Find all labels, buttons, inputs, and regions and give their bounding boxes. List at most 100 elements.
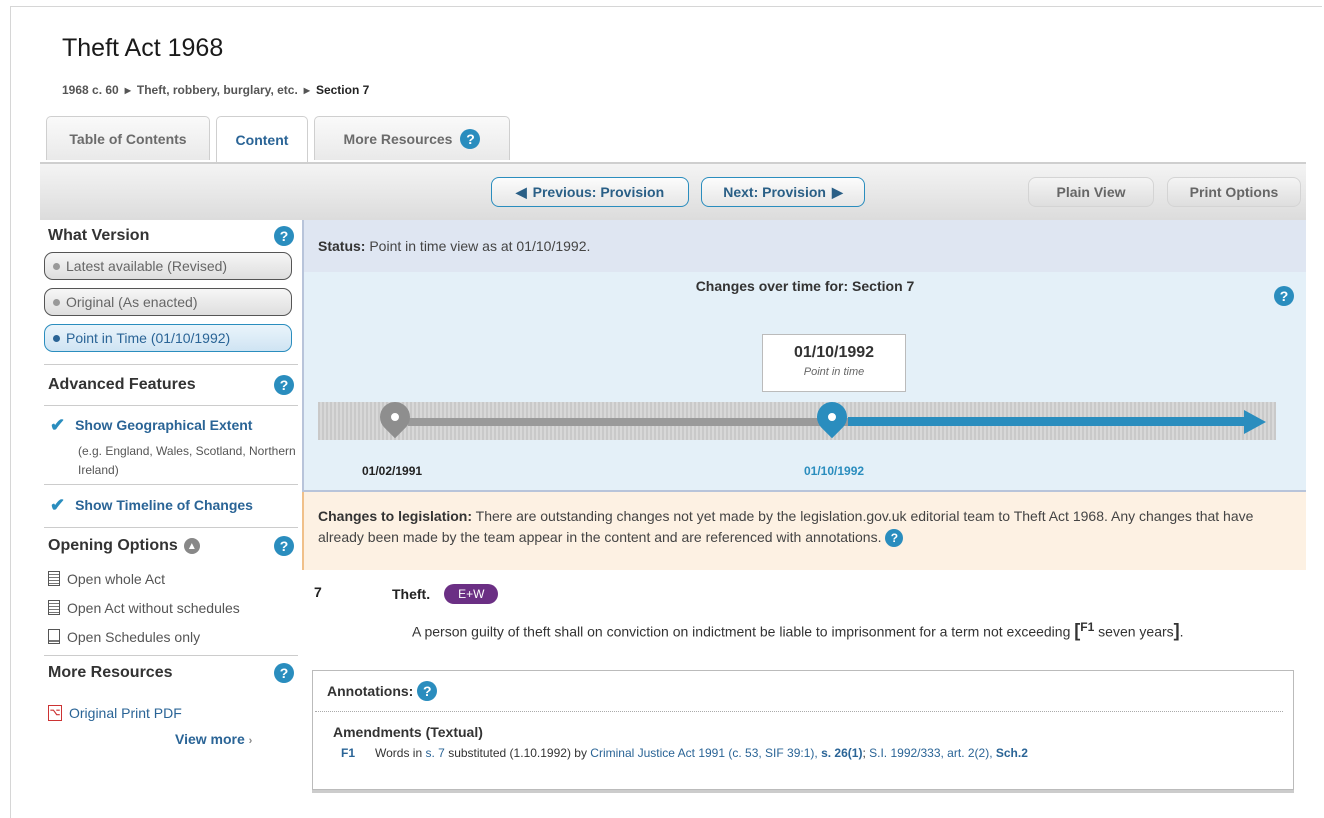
timeline-date-label[interactable]: 01/10/1992 (804, 464, 864, 478)
link-label: Original Print PDF (69, 704, 182, 721)
bullet-icon (53, 298, 60, 306)
timeline-current-segment (848, 417, 1248, 426)
changes-label: Changes to legislation: (318, 508, 473, 524)
toggle-label: Show Geographical Extent (75, 417, 253, 433)
timeline-track (318, 395, 1276, 440)
heading-label: More Resources (48, 664, 173, 681)
help-icon[interactable]: ? (274, 226, 294, 246)
tab-table-of-contents[interactable]: Table of Contents (46, 116, 210, 160)
section-provision: 7 Theft. E+W A person guilty of theft sh… (302, 570, 1306, 670)
button-label: Point in Time (01/10/1992) (66, 330, 231, 346)
point-in-time-callout: 01/10/1992 Point in time (762, 334, 906, 392)
geographical-extent-hint: (e.g. England, Wales, Scotland, Northern… (78, 444, 296, 477)
open-whole-act-link[interactable]: Open whole Act (40, 564, 302, 593)
opening-options-heading: Opening Options ▲ ? (40, 528, 302, 564)
divider (44, 405, 298, 406)
annotation-ref[interactable]: F1 (341, 746, 355, 760)
view-more-link[interactable]: View more › (40, 731, 302, 747)
button-label: Next: Provision (723, 184, 826, 200)
annotation-link[interactable]: s. 26(1) (821, 746, 862, 760)
annotation-text: Words in s. 7 substituted (1.10.1992) by… (375, 746, 1028, 760)
annotation-t3: ; (862, 746, 866, 760)
tab-label: More Resources (343, 130, 453, 147)
button-label: Original (As enacted) (66, 294, 198, 310)
annotations-panel: Annotations: ? Amendments (Textual) F1 W… (312, 670, 1294, 790)
what-version-heading: What Version ? (40, 220, 302, 252)
breadcrumb-item-section: Section 7 (315, 83, 370, 97)
document-icon (48, 571, 60, 586)
tab-content[interactable]: Content (216, 116, 308, 162)
help-icon[interactable]: ? (1274, 286, 1294, 306)
expand-icon[interactable]: ▲ (183, 538, 200, 554)
help-icon[interactable]: ? (460, 128, 481, 149)
link-label: Open whole Act (67, 570, 166, 587)
heading-label: Advanced Features (48, 376, 196, 393)
breadcrumb-arrow-icon: ▶ (303, 85, 310, 95)
bullet-icon (53, 262, 60, 270)
page-title: Theft Act 1968 (62, 34, 224, 62)
status-text: Point in time view as at 01/10/1992. (369, 238, 591, 254)
triangle-right-icon: ▶ (831, 183, 843, 200)
text-body: A person guilty of theft shall on convic… (412, 623, 1071, 640)
help-icon[interactable]: ? (274, 536, 294, 556)
annotation-link[interactable]: s. 7 (426, 746, 445, 760)
show-timeline-toggle[interactable]: ✔ Show Timeline of Changes (40, 485, 302, 525)
extent-badge[interactable]: E+W (444, 584, 499, 604)
amendments-subheading: Amendments (Textual) (333, 724, 483, 740)
timeline-panel: Changes over time for: Section 7 ? 01/10… (302, 272, 1306, 492)
show-geographical-extent-toggle[interactable]: ✔ Show Geographical Extent (40, 408, 302, 442)
breadcrumb-item-part[interactable]: Theft, robbery, burglary, etc. (137, 83, 298, 97)
help-icon[interactable]: ? (274, 663, 294, 683)
original-print-pdf-link[interactable]: ⌥ Original Print PDF (40, 698, 302, 727)
bullet-icon (53, 334, 60, 342)
section-text: A person guilty of theft shall on convic… (412, 616, 1292, 643)
next-provision-button[interactable]: Next: Provision ▶ (701, 177, 865, 207)
version-latest-button[interactable]: Latest available (Revised) (44, 252, 292, 280)
timeline-past-segment (408, 418, 848, 426)
print-options-button[interactable]: Print Options (1167, 177, 1301, 207)
help-icon[interactable]: ? (885, 529, 904, 548)
section-title: Theft. (392, 586, 431, 602)
text-end: . (1179, 623, 1184, 640)
open-act-without-schedules-link[interactable]: Open Act without schedules (40, 593, 302, 622)
button-label: Latest available (Revised) (66, 258, 228, 274)
button-label: Previous: Provision (532, 184, 665, 200)
tab-more-resources[interactable]: More Resources? (314, 116, 510, 160)
changes-notice: Changes to legislation: There are outsta… (302, 492, 1306, 570)
toggle-label: Show Timeline of Changes (75, 497, 253, 513)
link-label: Open Schedules only (67, 628, 201, 645)
toolbar: ◀ Previous: Provision Next: Provision ▶ Pl… (40, 162, 1306, 220)
help-icon[interactable]: ? (274, 375, 294, 395)
link-label: View more (175, 731, 245, 747)
timeline-arrow-icon (1244, 410, 1266, 434)
main-content: Status: Point in time view as at 01/10/1… (302, 220, 1306, 670)
annotation-link[interactable]: S.I. 1992/333, art. 2(2), (869, 746, 992, 760)
version-original-button[interactable]: Original (As enacted) (44, 288, 292, 316)
annotation-link[interactable]: Criminal Justice Act 1991 (c. 53, SIF 39… (590, 746, 817, 760)
open-schedules-only-link[interactable]: Open Schedules only (40, 622, 302, 651)
timeline-marker-pin-icon[interactable] (373, 395, 417, 439)
callout-subtitle: Point in time (803, 366, 865, 378)
pdf-icon: ⌥ (48, 704, 62, 721)
version-point-in-time-button[interactable]: Point in Time (01/10/1992) (44, 324, 292, 352)
breadcrumb-arrow-icon: ▶ (124, 85, 131, 95)
heading-label: Opening Options (48, 537, 178, 554)
timeline-current-pin-icon[interactable] (810, 395, 854, 439)
plain-view-button[interactable]: Plain View (1028, 177, 1154, 207)
advanced-features-heading: Advanced Features ? (40, 365, 302, 405)
document-icon (48, 600, 60, 615)
section-number: 7 (314, 584, 322, 600)
sidebar: What Version ? Latest available (Revised… (40, 220, 302, 747)
section-heading: Theft. E+W (392, 584, 499, 604)
inserted-text: seven years (1098, 623, 1174, 640)
timeline-date-label[interactable]: 01/02/1991 (362, 464, 422, 478)
heading-label: What Version (48, 227, 150, 244)
breadcrumb-item-act[interactable]: 1968 c. 60 (62, 83, 119, 97)
annotation-link[interactable]: Sch.2 (996, 746, 1028, 760)
annotation-t2: substituted (1.10.1992) by (448, 746, 587, 760)
callout-date: 01/10/1992 (793, 344, 875, 361)
annotation-t1: Words in (375, 746, 423, 760)
previous-provision-button[interactable]: ◀ Previous: Provision (491, 177, 689, 207)
help-icon[interactable]: ? (417, 681, 438, 701)
footnote-ref[interactable]: F1 (1080, 620, 1094, 634)
